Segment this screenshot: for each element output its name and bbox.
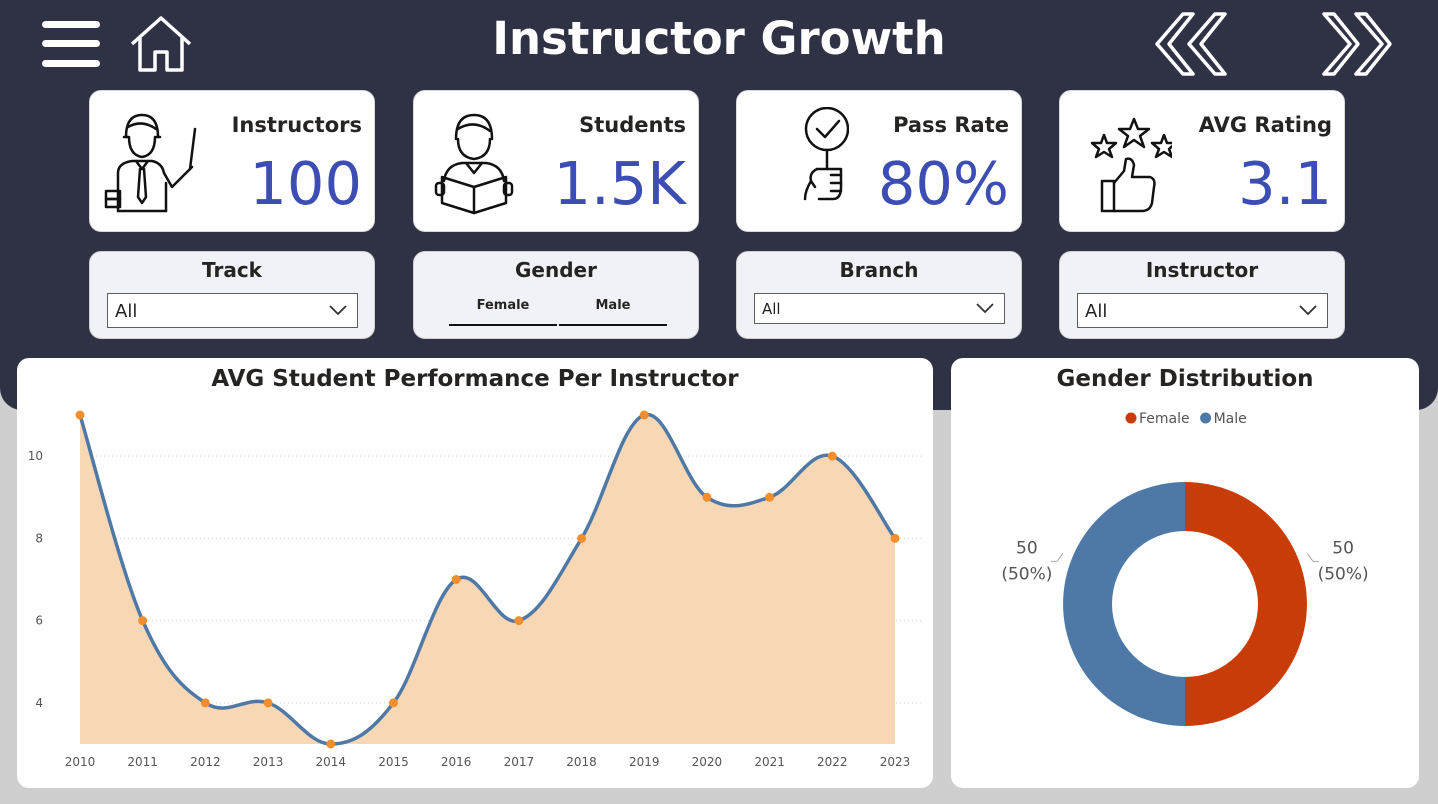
dropdown-value: All (1085, 301, 1108, 322)
kpi-value: 80% (877, 149, 1009, 218)
slicer-title: Track (202, 258, 262, 282)
chevron-down-icon (1299, 305, 1317, 316)
y-tick-label: 4 (35, 696, 43, 710)
x-tick-label: 2016 (441, 755, 472, 769)
gender-donut-chart: Female Male 50 (50%) 50 (50%) (1001, 411, 1369, 726)
x-tick-label: 2018 (566, 755, 597, 769)
x-tick-label: 2014 (315, 755, 346, 769)
slice-value-label: 50 (1016, 538, 1038, 558)
legend-dot (1200, 412, 1212, 424)
chevron-down-icon (976, 303, 994, 314)
kpi-label: Instructors (231, 113, 362, 137)
double-chevron-left-icon[interactable] (1153, 10, 1235, 78)
x-tick-label: 2013 (253, 755, 284, 769)
donut-slice-male (1063, 482, 1185, 726)
kpi-card-pass-rate: Pass Rate 80% (736, 90, 1022, 232)
instructor-dropdown[interactable]: All (1077, 293, 1328, 328)
x-tick-label: 2010 (65, 755, 96, 769)
rating-stars-thumbs-up-icon (1072, 107, 1178, 217)
data-point (138, 616, 148, 626)
slicer-gender: Gender Female Male (413, 251, 699, 339)
gender-tile-female[interactable]: Female (449, 298, 557, 326)
x-tick-label: 2015 (378, 755, 409, 769)
slicer-track: Track All (89, 251, 375, 339)
data-point (326, 739, 336, 749)
legend-label: Female (1139, 411, 1190, 427)
kpi-label: Pass Rate (893, 113, 1009, 137)
data-point (890, 533, 900, 543)
x-tick-label: 2012 (190, 755, 221, 769)
y-tick-label: 6 (35, 614, 43, 628)
data-point (639, 410, 649, 420)
leader-line (1050, 553, 1064, 562)
dropdown-value: All (762, 300, 781, 318)
data-point (765, 492, 775, 502)
slice-percent-label: (50%) (1318, 564, 1369, 584)
kpi-value: 3.1 (1238, 149, 1332, 218)
x-tick-label: 2022 (817, 755, 848, 769)
data-point (827, 451, 837, 461)
data-point (577, 533, 587, 543)
legend-dot (1125, 412, 1137, 424)
slicer-title: Gender (515, 258, 597, 282)
double-chevron-right-icon[interactable] (1314, 10, 1396, 78)
kpi-card-instructors: Instructors 100 (89, 90, 375, 232)
x-tick-label: 2020 (692, 755, 723, 769)
performance-area-chart: 4 6 8 10 2010 2011 2012 2013 2014 2015 2016 2017 201… (28, 410, 922, 769)
kpi-value: 1.5K (553, 149, 686, 218)
x-tick-label: 2017 (504, 755, 535, 769)
kpi-card-students: Students 1.5K (413, 90, 699, 232)
data-point (75, 410, 85, 420)
gender-distribution-card: Gender Distribution Female Male 50 (50%) 50(… (951, 358, 1419, 788)
data-point (200, 698, 210, 708)
slice-percent-label: (50%) (1001, 564, 1052, 584)
kpi-label: AVG Rating (1198, 113, 1332, 137)
slicer-title: Instructor (1145, 258, 1259, 282)
dropdown-value: All (115, 301, 138, 322)
y-tick-label: 10 (28, 449, 43, 463)
gender-tile-male[interactable]: Male (559, 298, 667, 326)
y-tick-label: 8 (35, 531, 43, 545)
slicer-instructor: Instructor All (1059, 251, 1345, 339)
data-point (451, 575, 461, 584)
kpi-card-avg-rating: AVG Rating 3.1 (1059, 90, 1345, 232)
leader-line (1306, 553, 1320, 562)
data-point (263, 698, 273, 708)
x-tick-label: 2011 (127, 755, 158, 769)
chevron-down-icon (329, 305, 347, 316)
check-sign-icon (749, 106, 850, 217)
branch-dropdown[interactable]: All (754, 293, 1005, 324)
performance-chart-card: AVG Student Performance Per Instructor 4… (17, 358, 933, 788)
slice-value-label: 50 (1332, 538, 1354, 558)
data-point (514, 616, 524, 626)
x-tick-label: 2023 (880, 755, 911, 769)
slicer-title: Branch (839, 258, 919, 282)
legend-label: Male (1214, 411, 1247, 427)
series-area (80, 414, 895, 744)
track-dropdown[interactable]: All (107, 293, 358, 328)
data-point (702, 492, 712, 502)
slicer-branch: Branch All (736, 251, 1022, 339)
kpi-label: Students (579, 113, 686, 137)
donut-slice-female (1185, 482, 1307, 726)
kpi-value: 100 (249, 149, 362, 218)
instructor-icon (102, 107, 202, 217)
data-point (388, 698, 398, 708)
student-reading-icon (426, 107, 526, 217)
x-tick-label: 2019 (629, 755, 660, 769)
x-tick-label: 2021 (754, 755, 785, 769)
